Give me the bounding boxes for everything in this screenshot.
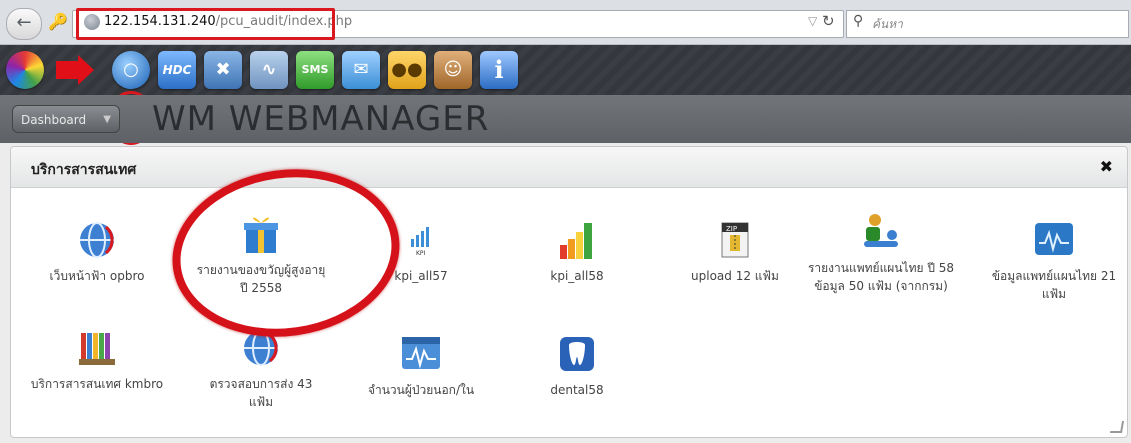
- reload-icon[interactable]: ↻: [822, 12, 835, 30]
- zip-icon: ZIP: [714, 219, 756, 261]
- info-icon[interactable]: i: [480, 51, 518, 89]
- item-label: รายงานแพทย์แผนไทย ปี 58 ข้อมูล 50 แฟ้ม (…: [807, 261, 955, 293]
- app-item-thai-medicine-report[interactable]: รายงานแพทย์แผนไทย ปี 58 ข้อมูล 50 แฟ้ม (…: [801, 211, 961, 295]
- hdc-icon[interactable]: HDC: [158, 51, 196, 89]
- item-label: เว็บหน้าฟ้า opbro: [49, 269, 145, 283]
- dropdown-arrow-icon[interactable]: ▽: [808, 14, 817, 28]
- browser-toolbar: ← 🔑 122.154.131.240/pcu_audit/index.php …: [0, 0, 1131, 45]
- pulse-icon[interactable]: ∿: [250, 51, 288, 89]
- app-item-patient-count[interactable]: จำนวนผู้ป่วยนอก/ใน: [351, 333, 491, 399]
- url-annotation-box: [76, 8, 335, 40]
- mail-icon[interactable]: ✉: [342, 51, 380, 89]
- key-icon: 🔑: [48, 12, 68, 31]
- item-label: จำนวนผู้ป่วยนอก/ใน: [367, 383, 475, 397]
- red-arrow-icon: [54, 55, 94, 85]
- tooth-icon: [556, 333, 598, 375]
- search-placeholder: ค้นหา: [872, 17, 903, 31]
- user-profile-icon[interactable]: ☺: [434, 51, 472, 89]
- app-item-dental58[interactable]: dental58: [507, 333, 647, 399]
- books-icon: [76, 327, 118, 369]
- panel-header: บริการสารสนเทศ ✖: [11, 147, 1127, 188]
- item-label: dental58: [550, 383, 604, 397]
- tools-icon[interactable]: ✖: [204, 51, 242, 89]
- app-item-thai-medicine-data[interactable]: ข้อมูลแพทย์แผนไทย 21 แฟ้ม: [979, 219, 1129, 303]
- app-item-upload[interactable]: ZIP upload 12 แฟ้ม: [665, 219, 805, 285]
- app-item-opbro[interactable]: เว็บหน้าฟ้า opbro: [27, 219, 167, 285]
- globe-app-icon[interactable]: ○: [112, 51, 150, 89]
- app-title: WM WEBMANAGER: [152, 99, 490, 139]
- bar-chart-icon: [556, 219, 598, 261]
- chevron-down-icon: ▼: [103, 114, 111, 125]
- color-wheel-icon[interactable]: [6, 51, 44, 89]
- resize-handle[interactable]: [1109, 421, 1125, 433]
- app-header: Dashboard ▼ WM WEBMANAGER: [0, 95, 1131, 143]
- sms-icon[interactable]: SMS: [296, 51, 334, 89]
- users-icon[interactable]: ●●: [388, 51, 426, 89]
- app-item-check-43-files[interactable]: ตรวจสอบการส่ง 43 แฟ้ม: [191, 327, 331, 411]
- svg-text:KPI: KPI: [416, 250, 426, 257]
- app-item-kmbro[interactable]: บริการสารสนเทศ kmbro: [27, 327, 167, 393]
- monitor-wave-icon: [1033, 219, 1075, 261]
- back-arrow-icon[interactable]: ←: [6, 8, 42, 40]
- close-icon[interactable]: ✖: [1100, 157, 1113, 176]
- info-services-panel: บริการสารสนเทศ ✖ เว็บหน้าฟ้า opbro รายงา…: [10, 146, 1128, 438]
- item-label: upload 12 แฟ้ม: [691, 269, 779, 283]
- search-icon[interactable]: ⚲: [853, 13, 863, 29]
- app-item-kpi58[interactable]: kpi_all58: [507, 219, 647, 285]
- massage-icon: [860, 211, 902, 253]
- app-toolbar: ○ HDC ✖ ∿ SMS ✉ ●● ☺ i: [0, 45, 1131, 145]
- svg-text:ZIP: ZIP: [726, 225, 737, 233]
- panel-title: บริการสารสนเทศ: [31, 162, 137, 178]
- item-label: ตรวจสอบการส่ง 43 แฟ้ม: [209, 377, 313, 409]
- item-label: บริการสารสนเทศ kmbro: [30, 377, 164, 391]
- dashboard-dropdown[interactable]: Dashboard ▼: [12, 105, 120, 133]
- kpi-chart-icon: KPI: [400, 219, 442, 261]
- dashboard-label: Dashboard: [21, 113, 87, 127]
- calendar-wave-icon: [400, 333, 442, 375]
- item-label: kpi_all58: [550, 269, 604, 283]
- globe-icon: [76, 219, 118, 261]
- item-label: ข้อมูลแพทย์แผนไทย 21 แฟ้ม: [991, 269, 1117, 301]
